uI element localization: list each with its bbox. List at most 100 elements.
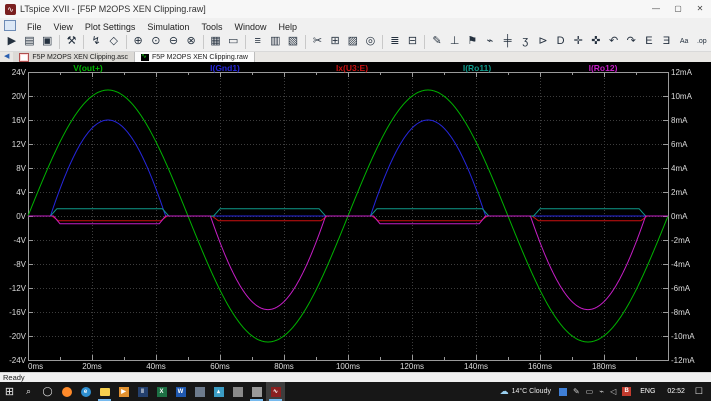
taskbar-app-app-grey[interactable]	[190, 382, 209, 401]
taskbar-search-icon[interactable]: ⌕	[19, 382, 38, 401]
component-icon[interactable]: D	[553, 33, 569, 51]
y-axis-left-label[interactable]: 20V	[12, 92, 27, 101]
clock[interactable]: 02:52	[661, 388, 691, 395]
autorange-axes-icon[interactable]: ▦	[208, 33, 224, 51]
zoom-area-icon[interactable]: ▭	[225, 33, 241, 51]
spice-directive-icon[interactable]: .op	[694, 33, 710, 51]
tray-pen-icon[interactable]: ✎	[573, 382, 580, 401]
y-axis-right-label[interactable]: 10mA	[671, 92, 693, 101]
taskbar-app-photos[interactable]: ▴	[209, 382, 228, 401]
y-axis-right-label[interactable]: 8mA	[671, 116, 688, 125]
tray-volume-icon[interactable]: ◁	[610, 382, 616, 401]
x-axis-label[interactable]: 60ms	[210, 362, 230, 371]
start-button[interactable]: ⊞	[0, 382, 19, 401]
halt-icon[interactable]: ↯	[88, 33, 104, 51]
zoom-previous-icon[interactable]: ⊙	[148, 33, 164, 51]
zoom-full-extents-icon[interactable]: ⊗	[183, 33, 199, 51]
x-axis-label[interactable]: 120ms	[400, 362, 424, 371]
y-axis-right-label[interactable]: 4mA	[671, 164, 688, 173]
tab-schematic[interactable]: F5P M2OPS XEN Clipping.asc	[13, 52, 135, 62]
maximize-button[interactable]: ▢	[667, 0, 689, 18]
paste-icon[interactable]: ▨	[345, 33, 361, 51]
text-icon[interactable]: Aa	[676, 33, 692, 51]
y-axis-right-label[interactable]: -4mA	[671, 260, 691, 269]
x-axis-label[interactable]: 140ms	[464, 362, 488, 371]
y-axis-right-label[interactable]: 2mA	[671, 188, 688, 197]
trace-label-vout+[interactable]: V(out+)	[73, 63, 103, 73]
diode-icon[interactable]: ⊳	[535, 33, 551, 51]
y-axis-left-label[interactable]: -24V	[9, 356, 27, 365]
language-indicator[interactable]: ENG	[634, 388, 661, 395]
y-axis-right-label[interactable]: -10mA	[671, 332, 695, 341]
pause-icon[interactable]: ◇	[106, 33, 122, 51]
control-panel-icon[interactable]: ⚒	[64, 33, 80, 51]
copy-icon[interactable]: ⊞	[327, 33, 343, 51]
taskbar-app-app-vehicle-1[interactable]	[228, 382, 247, 401]
y-axis-left-label[interactable]: 4V	[16, 188, 26, 197]
y-axis-left-label[interactable]: 8V	[16, 164, 26, 173]
x-axis-label[interactable]: 160ms	[528, 362, 552, 371]
taskbar-app-excel[interactable]: X	[152, 382, 171, 401]
wire-icon[interactable]: ✎	[429, 33, 445, 51]
taskbar-app-ltspice[interactable]: ∿	[266, 382, 285, 401]
taskbar-app-word[interactable]: W	[171, 382, 190, 401]
trace-label-iro12[interactable]: I(Ro12)	[589, 63, 618, 73]
drag-icon[interactable]: ✜	[588, 33, 604, 51]
tray-network-icon[interactable]: ⌁	[599, 382, 604, 401]
y-axis-right-label[interactable]: 0mA	[671, 212, 688, 221]
menu-window[interactable]: Window	[228, 22, 272, 32]
cortana-icon[interactable]: ◯	[38, 382, 57, 401]
capacitor-icon[interactable]: ╪	[500, 33, 516, 51]
taskbar-weather[interactable]: ☁ 14°C Cloudy	[495, 386, 556, 397]
y-axis-right-label[interactable]: -12mA	[671, 356, 695, 365]
close-button[interactable]: ✕	[689, 0, 711, 18]
y-axis-left-label[interactable]: 24V	[12, 68, 27, 77]
y-axis-left-label[interactable]: 0V	[16, 212, 26, 221]
action-center-icon[interactable]: ☐	[691, 386, 711, 397]
menu-tools[interactable]: Tools	[195, 22, 228, 32]
inductor-icon[interactable]: ʒ	[517, 33, 533, 51]
menu-simulation[interactable]: Simulation	[141, 22, 195, 32]
y-axis-left-label[interactable]: 16V	[12, 116, 27, 125]
tray-app-blue-icon[interactable]	[558, 387, 567, 396]
cut-icon[interactable]: ✂	[310, 33, 326, 51]
rotate-icon[interactable]: E	[641, 33, 657, 51]
y-axis-left-label[interactable]: -16V	[9, 308, 27, 317]
menu-plot-settings[interactable]: Plot Settings	[79, 22, 142, 32]
x-axis-label[interactable]: 180ms	[592, 362, 616, 371]
print-preview-icon[interactable]: ⊟	[405, 33, 421, 51]
menu-file[interactable]: File	[21, 22, 48, 32]
y-axis-right-label[interactable]: -8mA	[671, 308, 691, 317]
y-axis-left-label[interactable]: -12V	[9, 284, 27, 293]
x-axis-label[interactable]: 80ms	[274, 362, 294, 371]
zoom-in-icon[interactable]: ⊕	[130, 33, 146, 51]
taskbar-app-file-explorer[interactable]	[95, 382, 114, 401]
tab-scroll-left-icon[interactable]: ◀	[0, 52, 13, 62]
y-axis-right-label[interactable]: -6mA	[671, 284, 691, 293]
taskbar-app-firefox[interactable]	[57, 382, 76, 401]
cascade-windows-icon[interactable]: ▧	[285, 33, 301, 51]
menu-help[interactable]: Help	[272, 22, 303, 32]
y-axis-left-label[interactable]: -8V	[14, 260, 27, 269]
tile-vertical-icon[interactable]: ▥	[268, 33, 284, 51]
save-icon[interactable]: ▣	[39, 33, 55, 51]
x-axis-label[interactable]: 0ms	[28, 362, 43, 371]
taskbar-app-media-app[interactable]: ▶	[114, 382, 133, 401]
undo-icon[interactable]: ↶	[606, 33, 622, 51]
x-axis-label[interactable]: 100ms	[336, 362, 360, 371]
tile-horizontal-icon[interactable]: ≡	[250, 33, 266, 51]
tray-app-b-icon[interactable]: B	[622, 387, 632, 396]
trace-label-ignd1[interactable]: I(Gnd1)	[210, 63, 240, 73]
x-axis-label[interactable]: 20ms	[82, 362, 102, 371]
y-axis-left-label[interactable]: -4V	[14, 236, 27, 245]
zoom-out-icon[interactable]: ⊖	[166, 33, 182, 51]
find-icon[interactable]: ◎	[363, 33, 379, 51]
taskbar-app-app-vehicle-2[interactable]	[247, 382, 266, 401]
tab-waveform[interactable]: F5P M2OPS XEN Clipping.raw	[134, 52, 255, 62]
ground-icon[interactable]: ⊥	[447, 33, 463, 51]
y-axis-right-label[interactable]: 12mA	[671, 68, 693, 77]
waveform-pane[interactable]: 24V 20V 16V 12V 8V 4V 0V -4V -8V -12V -16V -20V -24V…	[0, 62, 711, 372]
menu-view[interactable]: View	[48, 22, 79, 32]
move-icon[interactable]: ✛	[570, 33, 586, 51]
trace-label-iro11[interactable]: I(Ro11)	[463, 63, 492, 73]
